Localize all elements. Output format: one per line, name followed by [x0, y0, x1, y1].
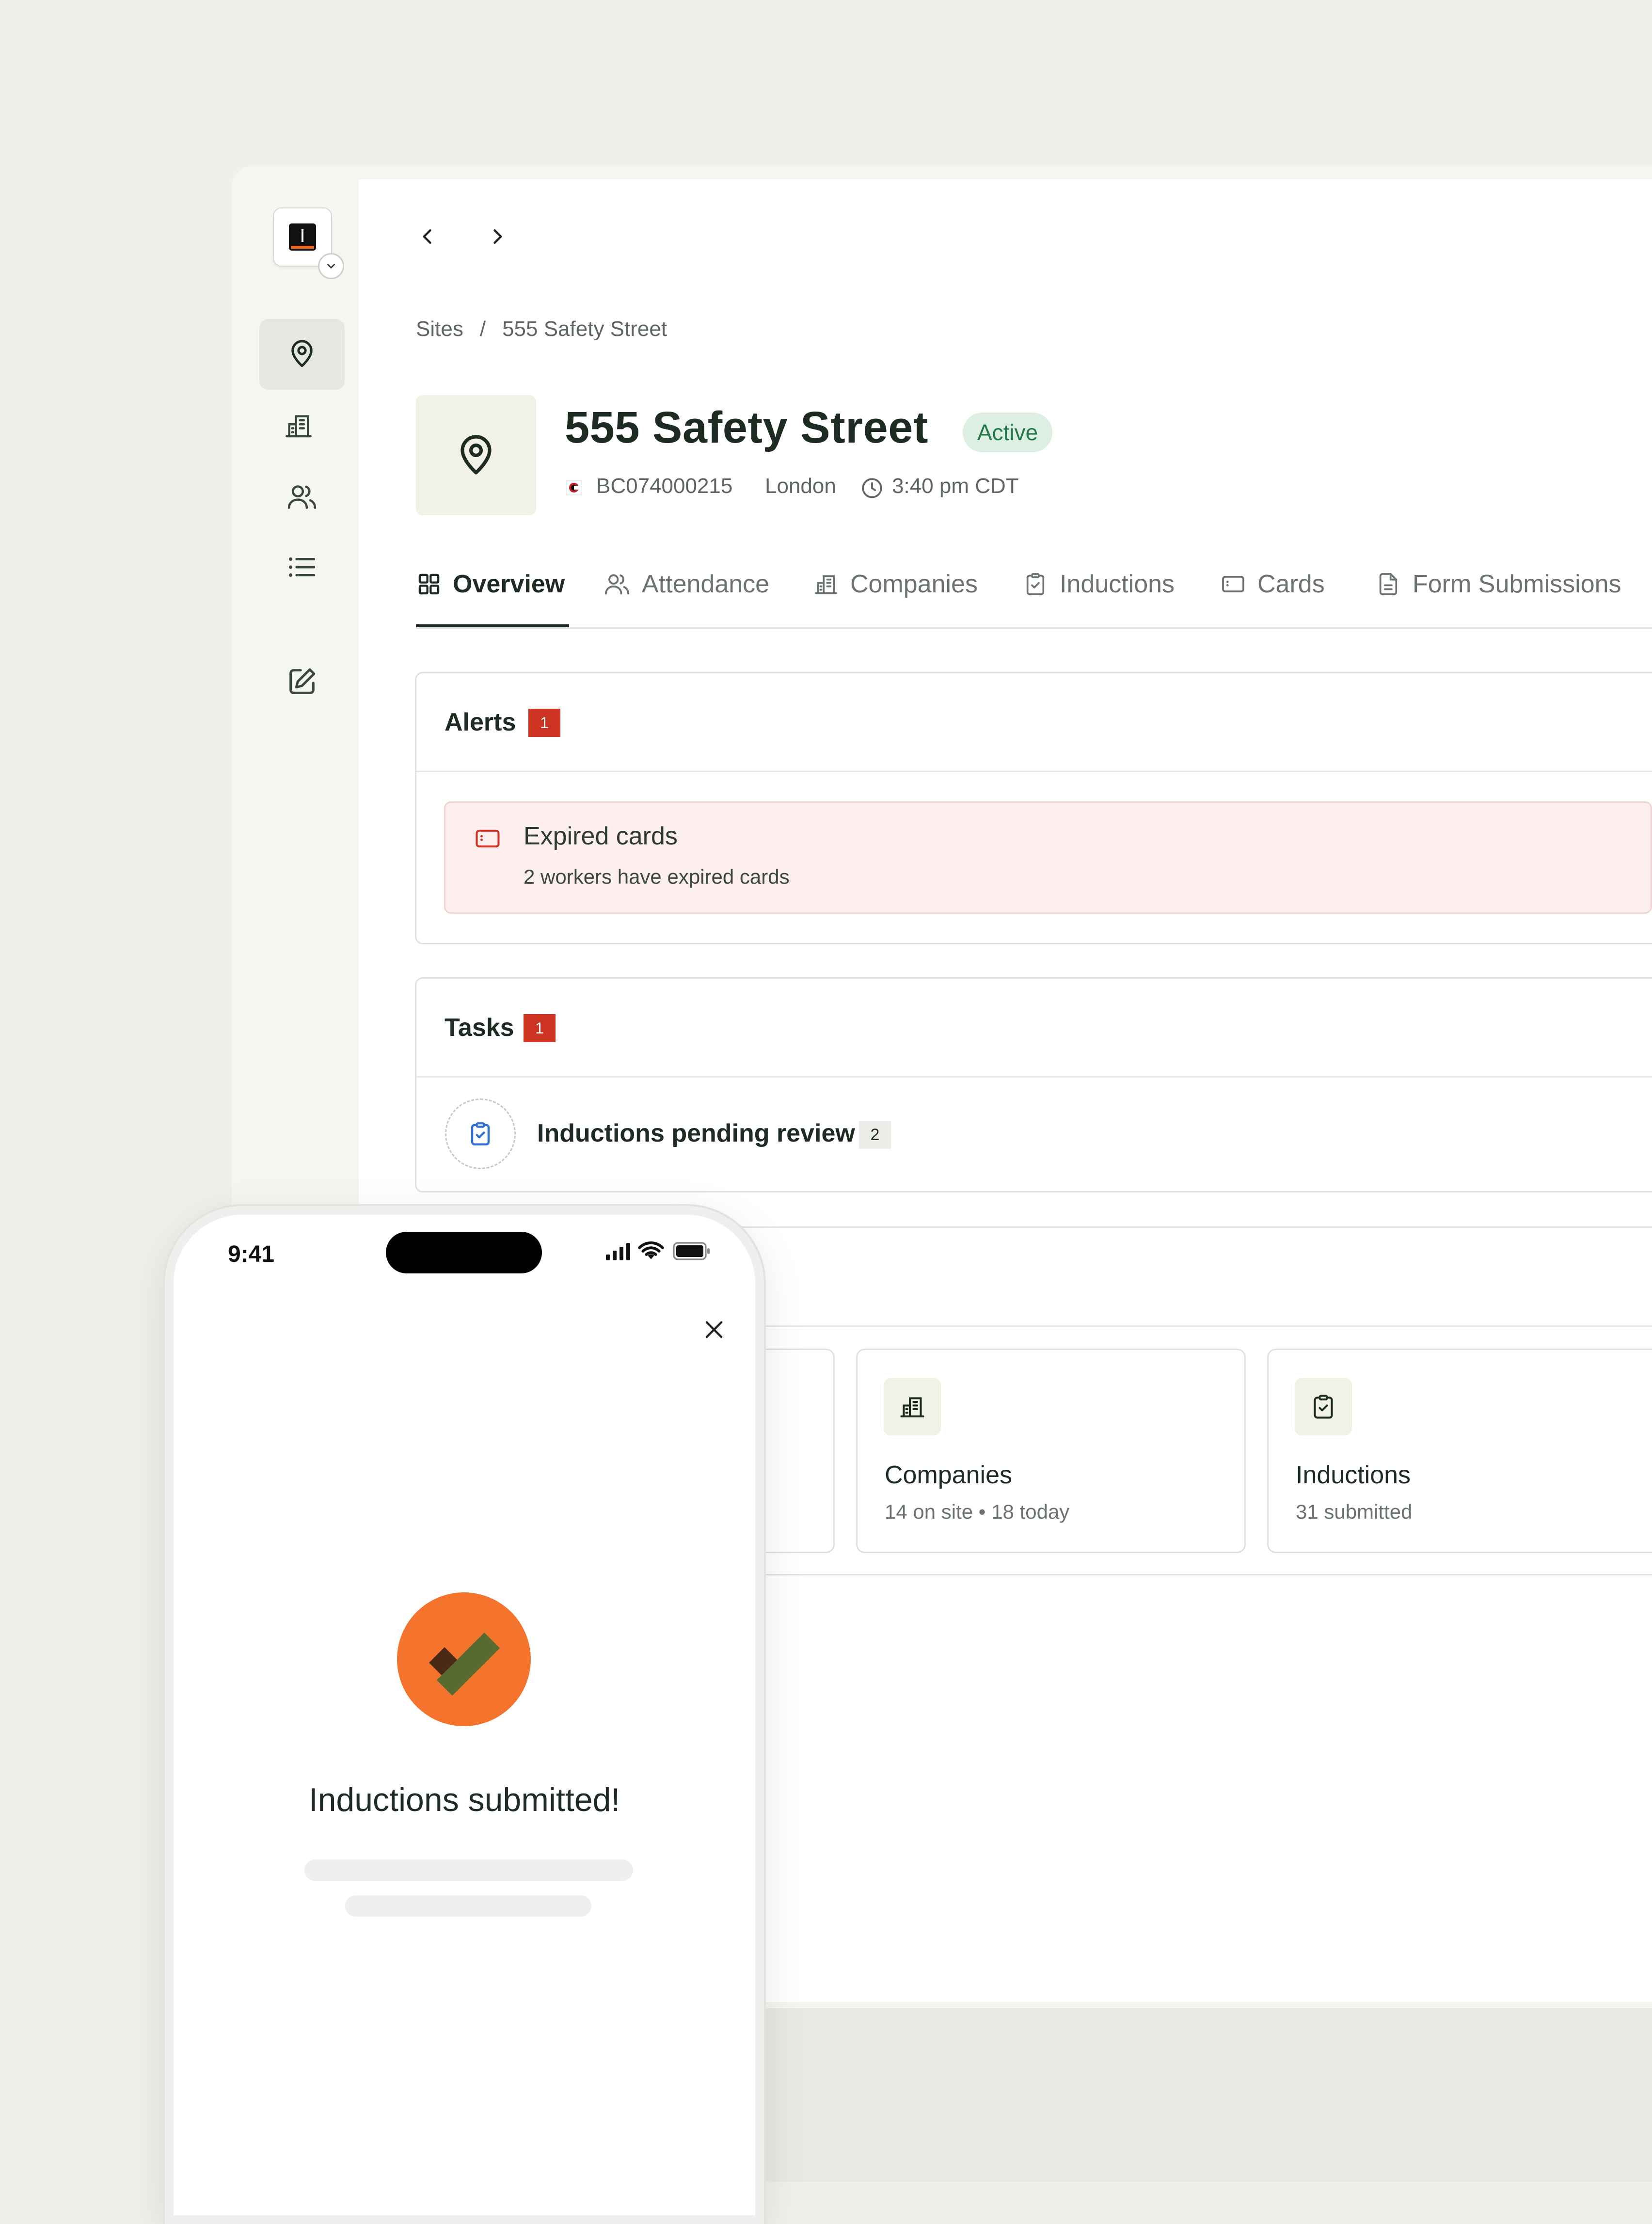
building-icon [815, 575, 837, 594]
tab-inductions[interactable]: Inductions [1022, 562, 1175, 606]
success-check-icon [397, 1592, 531, 1726]
task-inductions-pending-review[interactable]: Inductions pending review [537, 1119, 855, 1148]
tabs-divider [416, 627, 1652, 629]
map-pin-icon [283, 334, 321, 373]
stat-title: Inductions [1296, 1461, 1411, 1489]
alert-title: Expired cards [524, 822, 678, 850]
grid-icon [418, 573, 440, 595]
clipboard-check-icon [1026, 573, 1045, 595]
breadcrumb-current: 555 Safety Street [502, 317, 667, 341]
task-count-badge: 2 [859, 1121, 891, 1149]
edit-icon [289, 668, 316, 694]
clipboard-check-icon [1295, 1378, 1352, 1435]
users-icon [287, 485, 317, 509]
sidebar-item-edit[interactable] [283, 662, 321, 701]
close-button[interactable] [697, 1313, 731, 1347]
tab-label: Inductions [1060, 570, 1175, 598]
success-title: Inductions submitted! [308, 1781, 620, 1818]
sidebar-item-people[interactable] [283, 477, 321, 516]
tab-label: Attendance [642, 570, 770, 598]
tab-label: Overview [453, 570, 565, 598]
building-icon [286, 415, 312, 438]
alert-text: 2 workers have expired cards [524, 865, 790, 888]
stat-card-inductions[interactable]: Inductions 31 submitted [1267, 1349, 1652, 1553]
stat-card-companies[interactable]: Companies 14 on site • 18 today [856, 1349, 1246, 1553]
tab-companies[interactable]: Companies [812, 562, 978, 606]
signal-icon [606, 1243, 632, 1260]
card-icon [473, 824, 502, 853]
tab-attendance[interactable]: Attendance [603, 562, 769, 606]
site-local-time: 3:40 pm CDT [892, 474, 1019, 498]
alert-expired-cards[interactable] [444, 801, 1652, 914]
dynamic-island [386, 1232, 542, 1273]
phone-mockup: 9:41 Inductions submitted! [165, 1206, 764, 2224]
task-icon-circle [445, 1098, 516, 1169]
clipboard-check-icon [471, 1122, 490, 1145]
wifi-icon [638, 1241, 664, 1260]
breadcrumb-separator: / [479, 317, 486, 341]
site-city: London [765, 474, 836, 498]
close-icon [705, 1321, 723, 1338]
page-title: 555 Safety Street [565, 403, 929, 452]
phone-status-time: 9:41 [228, 1241, 275, 1267]
sidebar-item-companies[interactable] [279, 406, 318, 445]
list-icon [289, 557, 316, 577]
site-code: BC074000215 [596, 474, 733, 498]
sidebar-item-list[interactable] [283, 548, 321, 587]
tab-label: Form Submissions [1413, 570, 1621, 598]
tab-form-submissions[interactable]: Form Submissions [1375, 562, 1621, 606]
status-badge: Active [963, 413, 1053, 452]
stat-subtitle: 14 on site • 18 today [885, 1500, 1070, 1523]
card-icon [1222, 575, 1244, 593]
breadcrumb-sites-link[interactable]: Sites [416, 317, 463, 341]
tasks-divider [416, 1076, 1652, 1078]
tasks-title: Tasks [445, 1014, 514, 1042]
alerts-count-badge: 1 [528, 709, 560, 737]
alerts-divider [416, 771, 1652, 772]
skeleton-line [345, 1895, 591, 1917]
tasks-card [415, 977, 1652, 1192]
map-pin-icon [461, 435, 492, 475]
chevron-left-icon [423, 229, 431, 244]
building-icon [884, 1378, 941, 1435]
tasks-count-badge: 1 [524, 1014, 556, 1042]
clock-icon [860, 476, 884, 500]
forward-button[interactable] [483, 222, 512, 251]
breadcrumb: Sites / 555 Safety Street [416, 317, 667, 341]
stat-subtitle: 31 submitted [1296, 1500, 1413, 1523]
site-thumbnail [416, 395, 536, 515]
document-icon [1379, 573, 1398, 595]
stat-title: Companies [885, 1461, 1013, 1489]
back-button[interactable] [413, 222, 442, 251]
skeleton-line [304, 1859, 633, 1881]
tab-overview[interactable]: Overview [416, 562, 565, 606]
tab-cards[interactable]: Cards [1220, 562, 1325, 606]
chevron-right-icon [493, 229, 502, 244]
logo-mark [289, 223, 316, 251]
alerts-title: Alerts [445, 708, 516, 736]
workspace-switcher-chevron-icon[interactable] [318, 253, 344, 279]
tab-label: Companies [850, 570, 978, 598]
battery-icon [673, 1242, 712, 1260]
company-logo-icon [566, 480, 582, 495]
users-icon [605, 574, 629, 595]
tab-label: Cards [1257, 570, 1325, 598]
